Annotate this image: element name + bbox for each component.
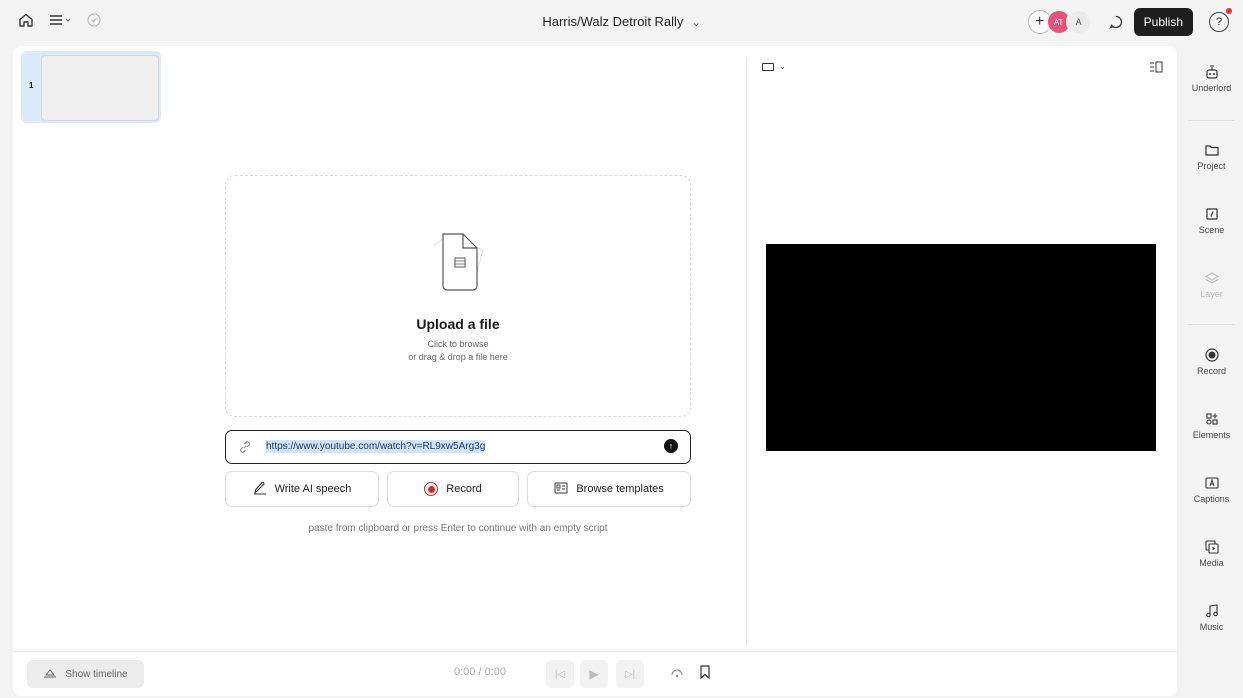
- browse-templates-label: Browse templates: [576, 483, 664, 495]
- bookmark-icon[interactable]: [699, 664, 711, 685]
- skip-back-button[interactable]: |◁: [546, 660, 574, 688]
- divider: [1188, 324, 1235, 325]
- workspace: 1 Upload a file Click to browse or drag …: [13, 46, 1177, 696]
- right-toolbar: + AT A Publish ?: [1027, 8, 1232, 36]
- sidebar-item-record[interactable]: Record: [1180, 347, 1243, 376]
- sidebar-label: Music: [1199, 622, 1224, 632]
- layers-icon: [1180, 270, 1243, 286]
- sidebar-label: Project: [1197, 161, 1226, 171]
- sidebar-item-music[interactable]: Music: [1180, 603, 1243, 632]
- write-ai-speech-button[interactable]: Write AI speech: [225, 471, 379, 507]
- upload-dropzone[interactable]: Upload a file Click to browse or drag & …: [225, 175, 691, 417]
- media-icon: [1180, 539, 1243, 555]
- skip-forward-button[interactable]: ▷|: [616, 660, 644, 688]
- skip-back-icon: |◁: [554, 668, 566, 680]
- video-canvas[interactable]: [766, 244, 1156, 451]
- show-timeline-label: Show timeline: [65, 668, 128, 680]
- aspect-ratio-icon: [762, 62, 774, 71]
- chevron-down-icon: ⌄: [779, 62, 786, 71]
- elements-icon: [1180, 411, 1243, 427]
- pen-icon: [253, 481, 267, 498]
- panel-divider[interactable]: [746, 58, 747, 644]
- captions-icon: [1180, 475, 1243, 491]
- url-value[interactable]: https://www.youtube.com/watch?v=RL9xw5Ar…: [266, 440, 486, 453]
- sidebar-item-layer[interactable]: Layer: [1180, 270, 1243, 299]
- hint-text: paste from clipboard or press Enter to c…: [308, 523, 608, 534]
- skip-forward-icon: ▷|: [624, 668, 636, 680]
- write-ai-speech-label: Write AI speech: [274, 483, 352, 495]
- collaborators: + AT A: [1027, 9, 1092, 35]
- sidebar-item-captions[interactable]: Captions: [1180, 475, 1243, 504]
- scene-preview: [41, 55, 159, 121]
- sidebar-label: Captions: [1193, 494, 1230, 504]
- robot-icon: [1180, 64, 1243, 80]
- sidebar-item-underlord[interactable]: Underlord: [1180, 64, 1243, 93]
- top-bar: Harris/Walz Detroit Rally ⌄ + AT A Publis…: [0, 0, 1243, 46]
- aspect-ratio-dropdown[interactable]: ⌄: [762, 62, 786, 71]
- play-button[interactable]: ▶: [580, 660, 608, 688]
- sidebar-label: Media: [1199, 558, 1224, 568]
- music-icon: [1180, 603, 1243, 619]
- record-icon: [1180, 347, 1243, 363]
- upload-title: Upload a file: [416, 316, 500, 332]
- help-button[interactable]: ?: [1209, 8, 1232, 32]
- sidebar-item-scene[interactable]: Scene: [1180, 206, 1243, 235]
- sidebar-label: Underlord: [1191, 83, 1232, 93]
- sidebar-label: Record: [1196, 366, 1226, 376]
- browse-templates-button[interactable]: Browse templates: [527, 471, 691, 507]
- script-panel-toggle-icon[interactable]: [1149, 60, 1163, 78]
- sidebar-item-elements[interactable]: Elements: [1180, 411, 1243, 440]
- action-buttons: Write AI speech Record Browse templates: [225, 471, 691, 507]
- publish-button[interactable]: Publish: [1133, 8, 1193, 36]
- url-input[interactable]: https://www.youtube.com/watch?v=RL9xw5Ar…: [225, 430, 691, 464]
- divider: [1188, 120, 1235, 121]
- comment-icon[interactable]: [1108, 14, 1124, 30]
- avatar[interactable]: A: [1065, 9, 1092, 35]
- sidebar-label: Elements: [1192, 430, 1231, 440]
- sidebar-item-media[interactable]: Media: [1180, 539, 1243, 568]
- sidebar-item-project[interactable]: Project: [1180, 142, 1243, 171]
- scene-icon: [1180, 206, 1243, 222]
- file-icon: [419, 228, 499, 301]
- sidebar-label: Layer: [1200, 289, 1223, 299]
- upload-subtitle: Click to browse: [427, 339, 489, 349]
- play-icon: ▶: [589, 667, 599, 681]
- playback-bar: Show timeline 0:00 / 0:00 |◁ ▶ ▷|: [13, 651, 1177, 697]
- link-icon: [238, 440, 252, 459]
- sidebar-label: Scene: [1198, 225, 1225, 235]
- scene-number: 1: [29, 81, 34, 90]
- loop-icon[interactable]: [669, 666, 685, 685]
- upload-subtitle: or drag & drop a file here: [408, 352, 508, 362]
- project-title: Harris/Walz Detroit Rally: [542, 14, 684, 29]
- show-timeline-button[interactable]: Show timeline: [27, 660, 144, 688]
- record-button[interactable]: Record: [386, 471, 520, 507]
- folder-icon: [1180, 142, 1243, 158]
- timeline-icon: [43, 667, 57, 682]
- record-label: Record: [446, 483, 482, 495]
- notification-dot: [1226, 8, 1232, 14]
- help-icon: ?: [1215, 16, 1223, 28]
- record-icon: [424, 482, 439, 496]
- time-readout: 0:00 / 0:00: [454, 666, 506, 678]
- scene-thumbnail[interactable]: 1: [21, 51, 161, 123]
- template-icon: [554, 482, 568, 497]
- chevron-down-icon: ⌄: [691, 17, 701, 29]
- submit-arrow-icon[interactable]: ↑: [664, 439, 678, 453]
